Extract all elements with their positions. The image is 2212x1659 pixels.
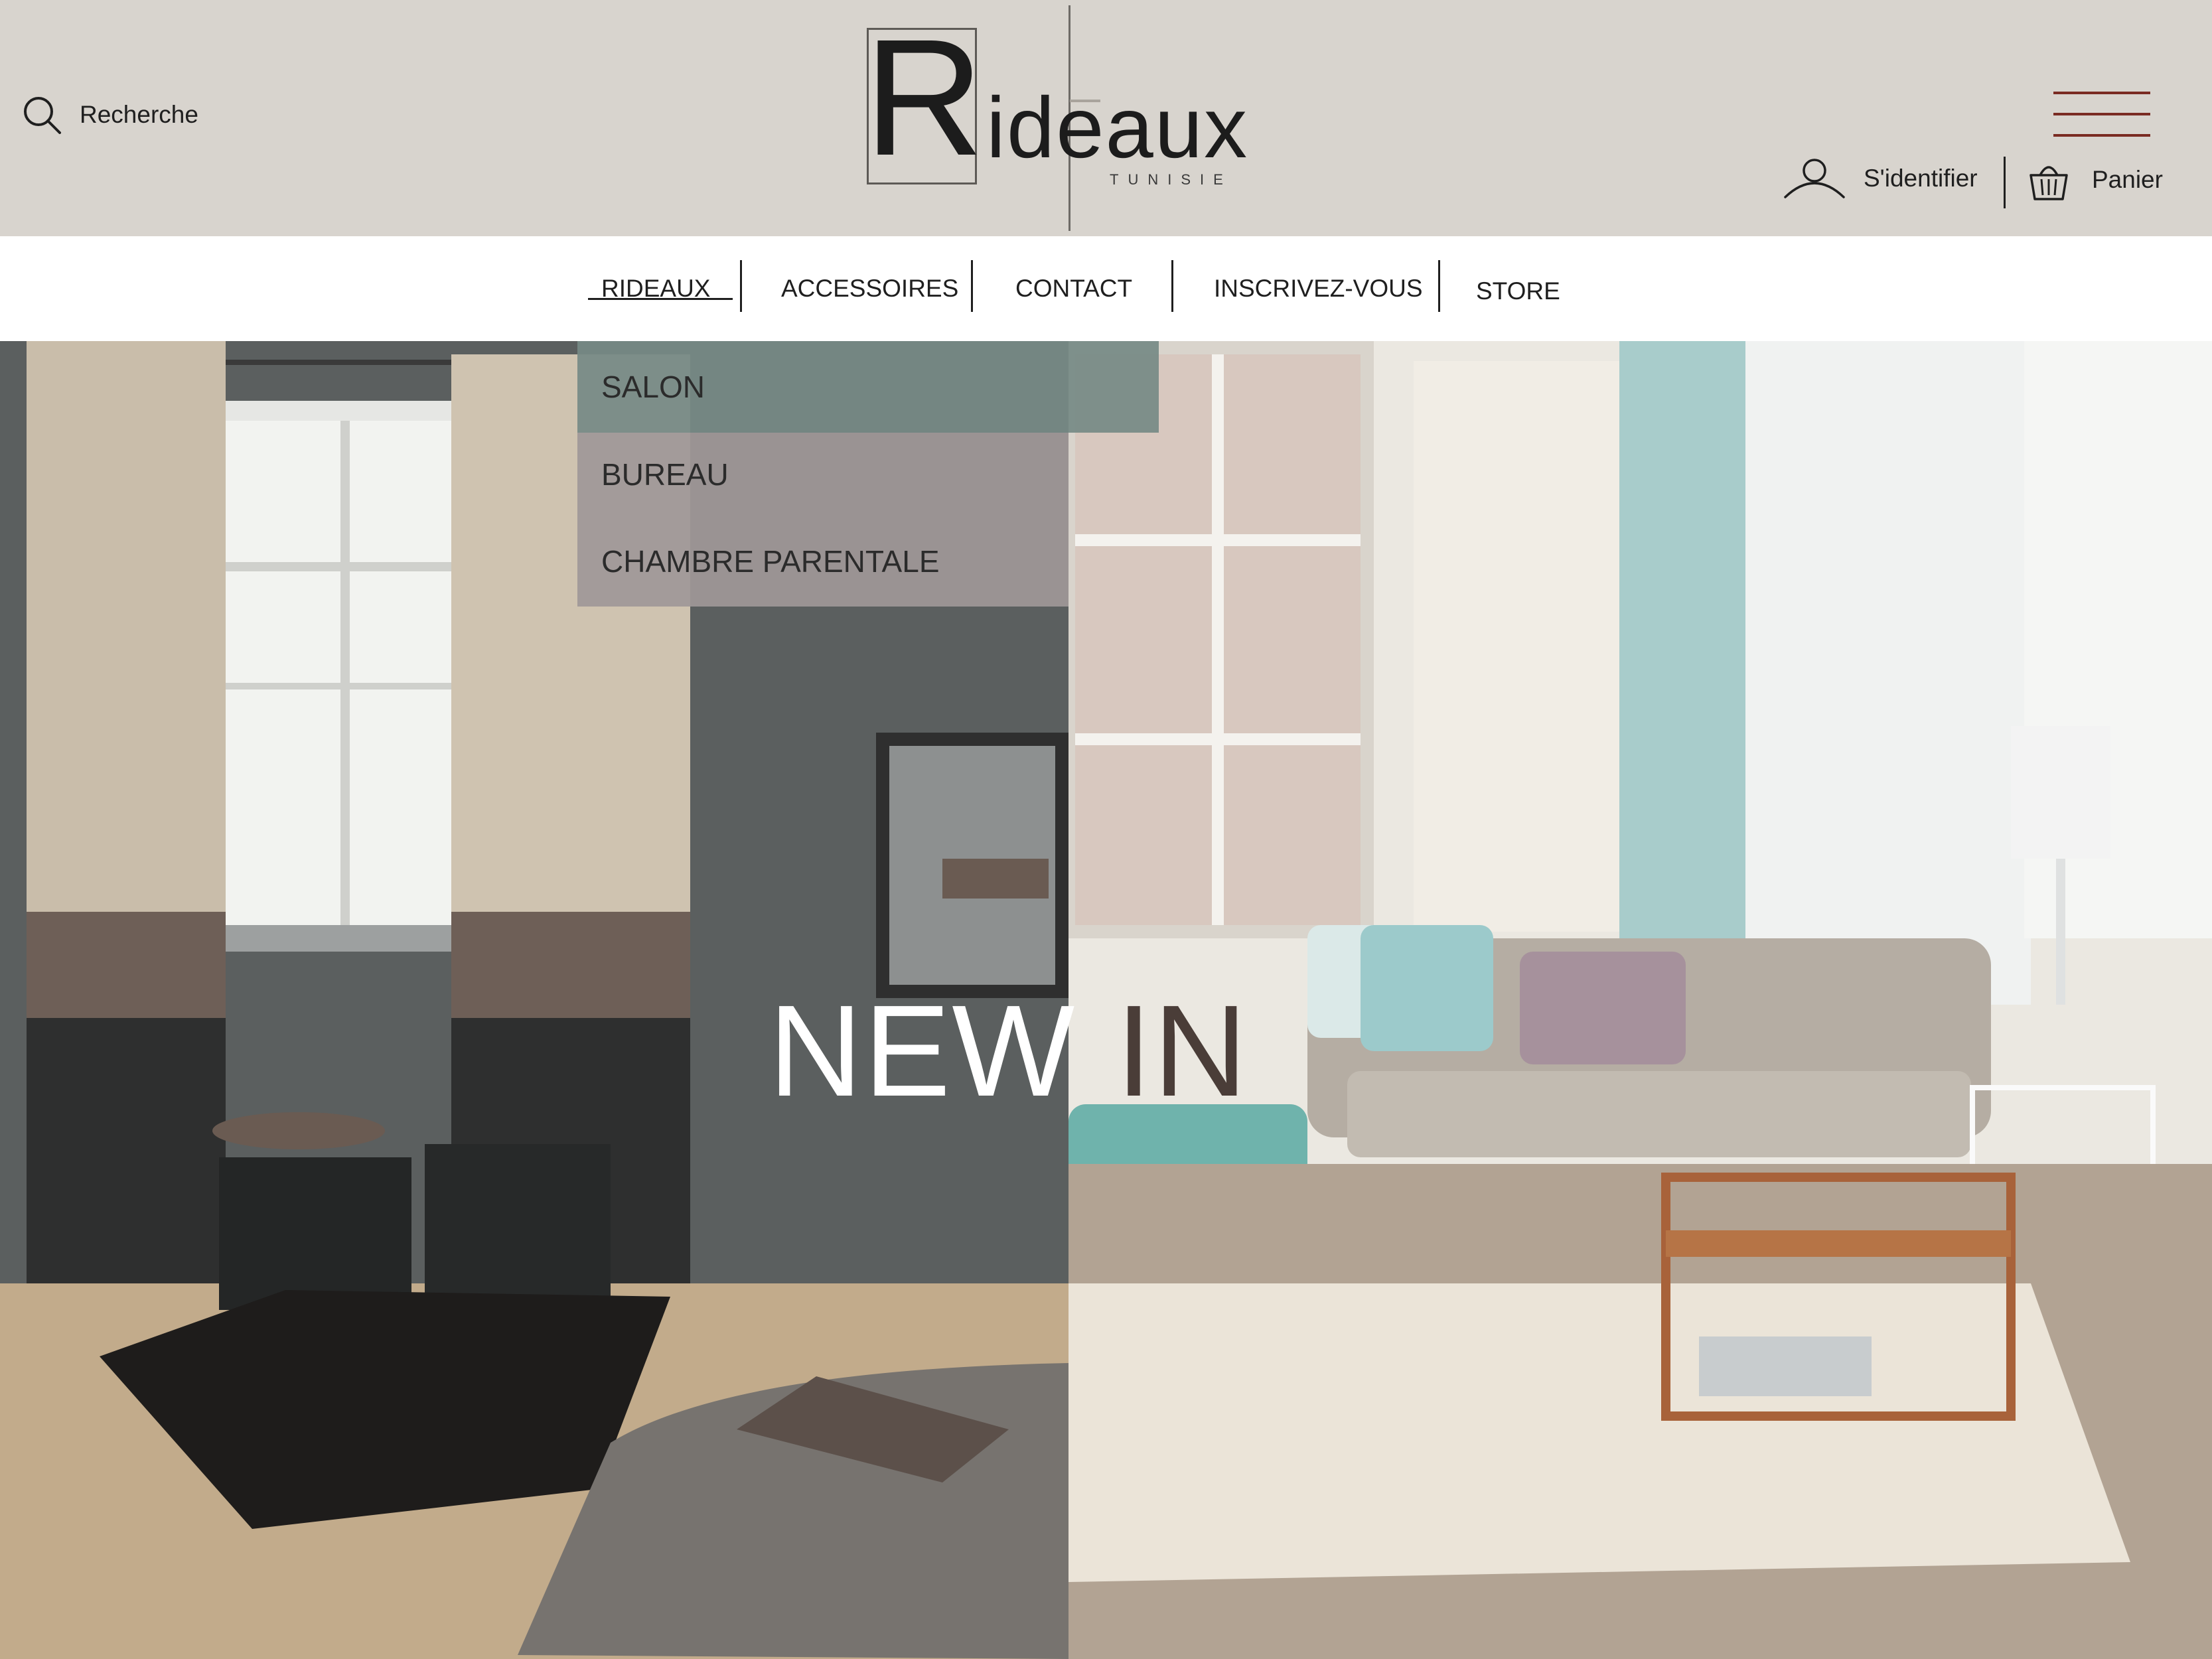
nav-divider xyxy=(1438,260,1440,312)
nav-item-accessoires[interactable]: ACCESSOIRES xyxy=(781,236,958,341)
nav-item-label: ACCESSOIRES xyxy=(781,275,959,302)
logo-initial: R xyxy=(864,5,984,190)
sign-in-button[interactable]: S'identifier xyxy=(1783,154,1978,203)
search-button[interactable]: Recherche xyxy=(21,92,198,138)
cart-label: Panier xyxy=(2092,166,2163,193)
nav-item-label: STORE xyxy=(1476,277,1560,305)
menu-line xyxy=(2053,134,2150,137)
nav-item-store[interactable]: STORE xyxy=(1476,239,1560,344)
sign-in-label: S'identifier xyxy=(1864,165,1978,192)
header-divider xyxy=(2004,157,2006,208)
nav-divider xyxy=(971,260,973,312)
menu-line xyxy=(2053,113,2150,115)
dropdown-item-bureau[interactable]: BUREAU xyxy=(577,433,1069,516)
search-label: Recherche xyxy=(80,101,198,128)
nav-item-contact[interactable]: CONTACT xyxy=(1015,236,1132,341)
rideaux-dropdown-menu: SALON BUREAU CHAMBRE PARENTALE xyxy=(577,341,1159,607)
dropdown-item-salon[interactable]: SALON xyxy=(577,341,1159,433)
logo-subtitle: TUNISIE xyxy=(1110,171,1232,188)
site-logo[interactable]: R ideaux TUNISIE xyxy=(863,5,1248,231)
dropdown-item-label: SALON xyxy=(601,370,705,404)
nav-divider xyxy=(1171,260,1173,312)
nav-item-inscrivez-vous[interactable]: INSCRIVEZ-VOUS xyxy=(1214,236,1423,341)
hero-headline-in: IN xyxy=(1116,978,1249,1123)
search-icon xyxy=(24,97,61,134)
nav-item-label: CONTACT xyxy=(1015,275,1133,302)
hamburger-menu-icon[interactable] xyxy=(2053,90,2150,138)
site-header: Recherche R ideaux TUNISIE S'identifier … xyxy=(0,0,2212,236)
main-nav: RIDEAUX ACCESSOIRES CONTACT INSCRIVEZ-VO… xyxy=(0,236,2212,341)
nav-active-underline xyxy=(588,298,733,300)
nav-item-rideaux[interactable]: RIDEAUX xyxy=(601,236,710,341)
cart-button[interactable]: Panier xyxy=(2028,155,2163,204)
menu-line xyxy=(2053,92,2150,94)
nav-divider xyxy=(740,260,742,312)
hero-headline-new: NEW xyxy=(769,978,1076,1123)
logo-wordmark: ideaux xyxy=(986,79,1249,176)
basket-icon xyxy=(2029,166,2068,200)
dropdown-item-chambre-parentale[interactable]: CHAMBRE PARENTALE xyxy=(577,516,1069,607)
dropdown-item-label: BUREAU xyxy=(601,457,729,492)
nav-item-label: INSCRIVEZ-VOUS xyxy=(1214,275,1423,302)
hero-headline: NEW IN xyxy=(769,978,1248,1124)
user-icon xyxy=(1784,159,1845,198)
dropdown-item-label: CHAMBRE PARENTALE xyxy=(601,544,940,579)
